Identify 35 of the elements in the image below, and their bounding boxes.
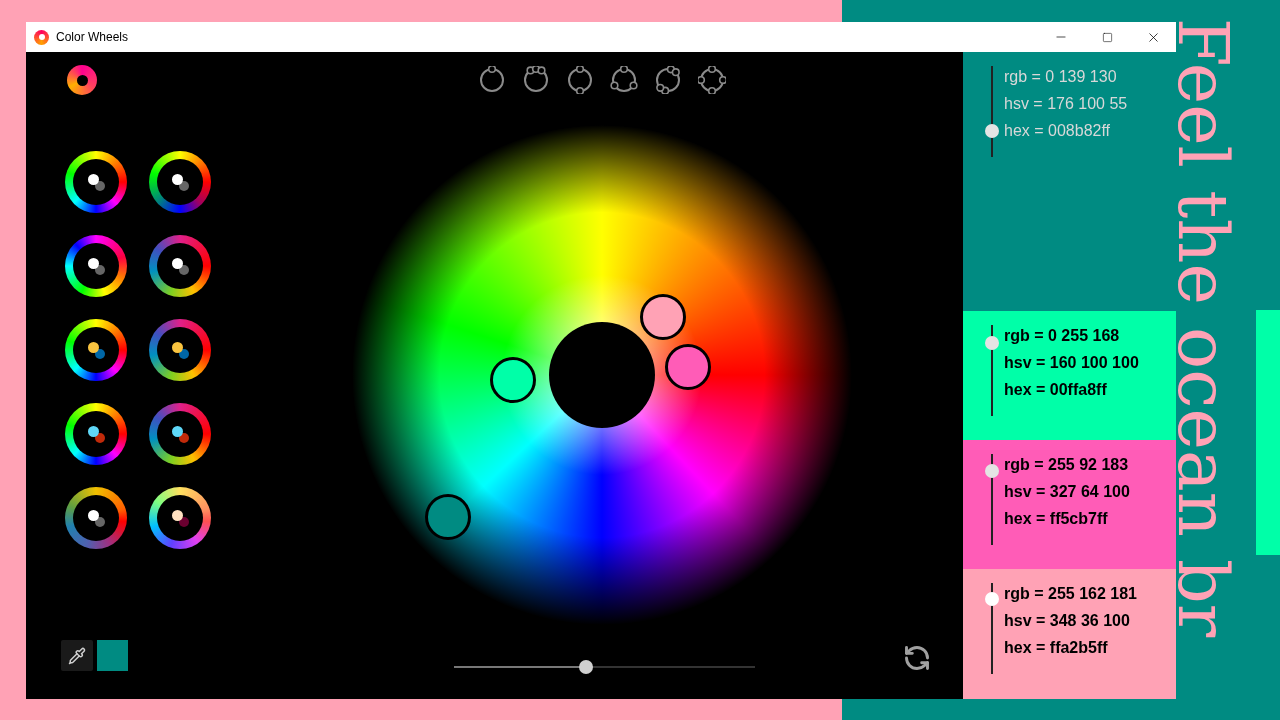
color-swatch[interactable]: rgb = 0 255 168 hsv = 160 100 100 hex = 00ffa8ff — [963, 311, 1176, 440]
value-slider[interactable] — [985, 454, 999, 545]
color-swatch[interactable]: rgb = 255 92 183 hsv = 327 64 100 hex = ff5cb7ff — [963, 440, 1176, 569]
brightness-slider[interactable] — [454, 660, 755, 674]
refresh-icon — [903, 644, 931, 672]
harmony-icon[interactable] — [522, 66, 550, 94]
hex-value: hex = 00ffa8ff — [1004, 380, 1108, 400]
hex-value: hex = ff5cb7ff — [1004, 509, 1109, 529]
hsv-value: hsv = 348 36 100 — [1004, 611, 1131, 631]
maximize-icon — [1101, 31, 1113, 43]
value-slider[interactable] — [985, 66, 999, 157]
harmony-icon[interactable] — [478, 66, 506, 94]
eyedropper-button[interactable] — [61, 640, 93, 671]
hsv-value: hsv = 176 100 55 — [1004, 94, 1128, 114]
window-title: Color Wheels — [56, 29, 129, 46]
rgb-value: rgb = 0 139 130 — [1004, 67, 1118, 87]
hex-value: hex = 008b82ff — [1004, 121, 1112, 141]
refresh-button[interactable] — [903, 644, 931, 672]
color-swatch[interactable]: rgb = 255 162 181 hsv = 348 36 100 hex = ffa2b5ff — [963, 569, 1176, 699]
harmony-icon[interactable] — [654, 66, 682, 94]
rgb-value: rgb = 0 255 168 — [1004, 326, 1121, 346]
rgb-value: rgb = 255 92 183 — [1004, 455, 1130, 475]
hsv-value: hsv = 160 100 100 — [1004, 353, 1139, 373]
current-color-swatch[interactable] — [97, 640, 128, 671]
hex-value: hex = ffa2b5ff — [1004, 638, 1109, 658]
harmony-icon[interactable] — [698, 66, 726, 94]
app-icon — [34, 29, 49, 45]
value-slider[interactable] — [985, 325, 999, 416]
harmony-icon[interactable] — [610, 66, 638, 94]
rgb-value: rgb = 255 162 181 — [1004, 584, 1137, 604]
logo-icon — [67, 65, 97, 95]
hsv-value: hsv = 327 64 100 — [1004, 482, 1130, 502]
eyedropper-icon — [68, 646, 86, 665]
value-slider[interactable] — [985, 583, 999, 674]
harmony-icon[interactable] — [566, 66, 594, 94]
